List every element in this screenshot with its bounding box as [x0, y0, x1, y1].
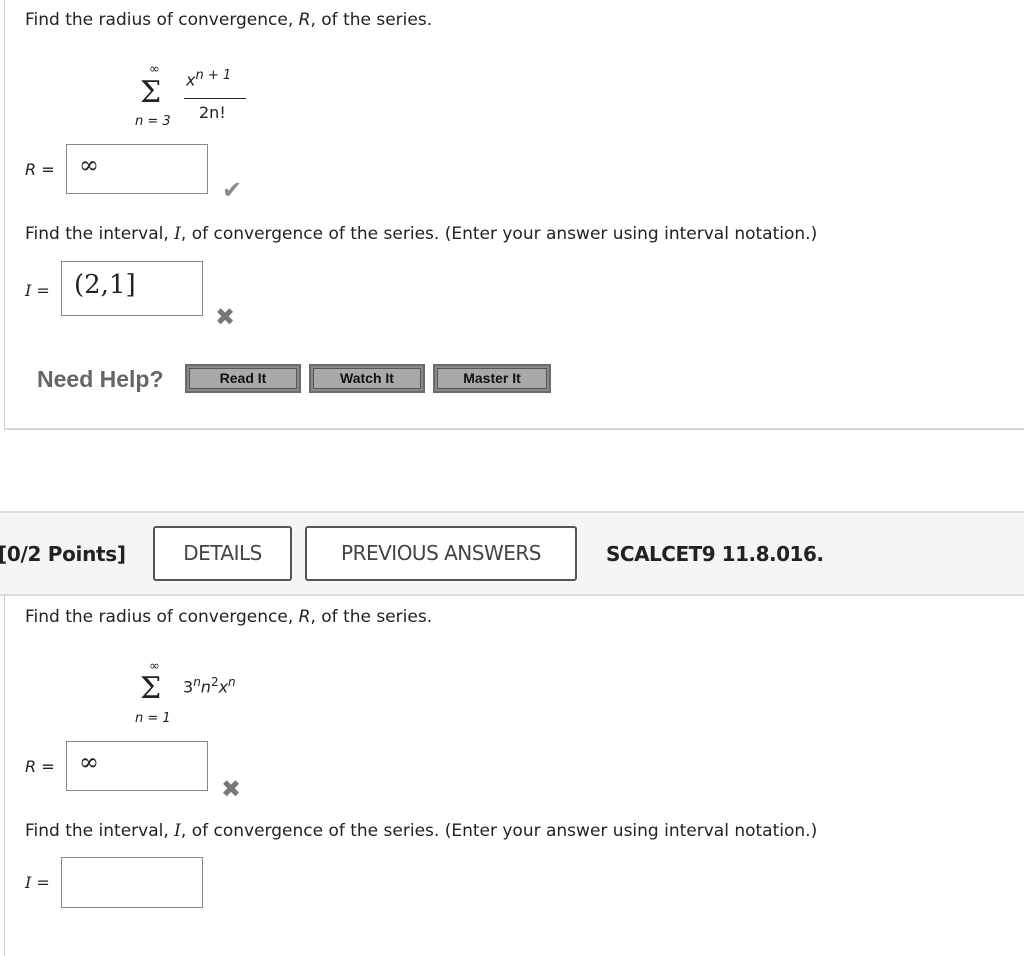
check-icon: ✔ — [222, 176, 243, 204]
series-numerator: xn + 1 — [186, 68, 232, 90]
q1-interval-prompt: Find the interval, I, of convergence of … — [25, 224, 818, 244]
details-button[interactable]: DETAILS — [153, 526, 292, 581]
x-mark-icon: ✖ — [215, 303, 236, 331]
fraction-bar — [184, 98, 246, 99]
previous-answers-button[interactable]: PREVIOUS ANSWERS — [305, 526, 577, 581]
q2-interval-input[interactable] — [61, 857, 203, 908]
q1-radius-input[interactable]: ∞ — [66, 144, 208, 194]
read-it-button[interactable]: Read It — [185, 364, 301, 393]
sigma-icon: Σ — [140, 75, 162, 110]
q1-radius-label: R = — [25, 160, 55, 179]
q1-radius-prompt: Find the radius of convergence, R, of th… — [25, 10, 433, 30]
q2-radius-prompt: Find the radius of convergence, R, of th… — [25, 607, 433, 627]
need-help-label: Need Help? — [37, 366, 164, 392]
problem-code: SCALCET9 11.8.016. — [606, 542, 824, 566]
master-it-button[interactable]: Master It — [433, 364, 551, 393]
series-denominator: 2n! — [199, 103, 226, 122]
x-mark-icon: ✖ — [221, 775, 242, 803]
points-label: [0/2 Points] — [0, 542, 126, 566]
q2-interval-label: I = — [25, 873, 50, 892]
series-lower-limit: n = 3 — [135, 114, 171, 129]
q2-radius-input[interactable]: ∞ — [66, 741, 208, 791]
series-lower-limit: n = 1 — [135, 711, 171, 726]
q2-interval-prompt: Find the interval, I, of convergence of … — [25, 821, 818, 841]
series-term: 3nn2xn — [183, 675, 236, 697]
q1-interval-label: I = — [25, 281, 50, 300]
watch-it-button[interactable]: Watch It — [309, 364, 425, 393]
q2-radius-label: R = — [25, 757, 55, 776]
q1-interval-input[interactable]: (2,1] — [61, 261, 203, 316]
sigma-icon: Σ — [140, 671, 162, 706]
